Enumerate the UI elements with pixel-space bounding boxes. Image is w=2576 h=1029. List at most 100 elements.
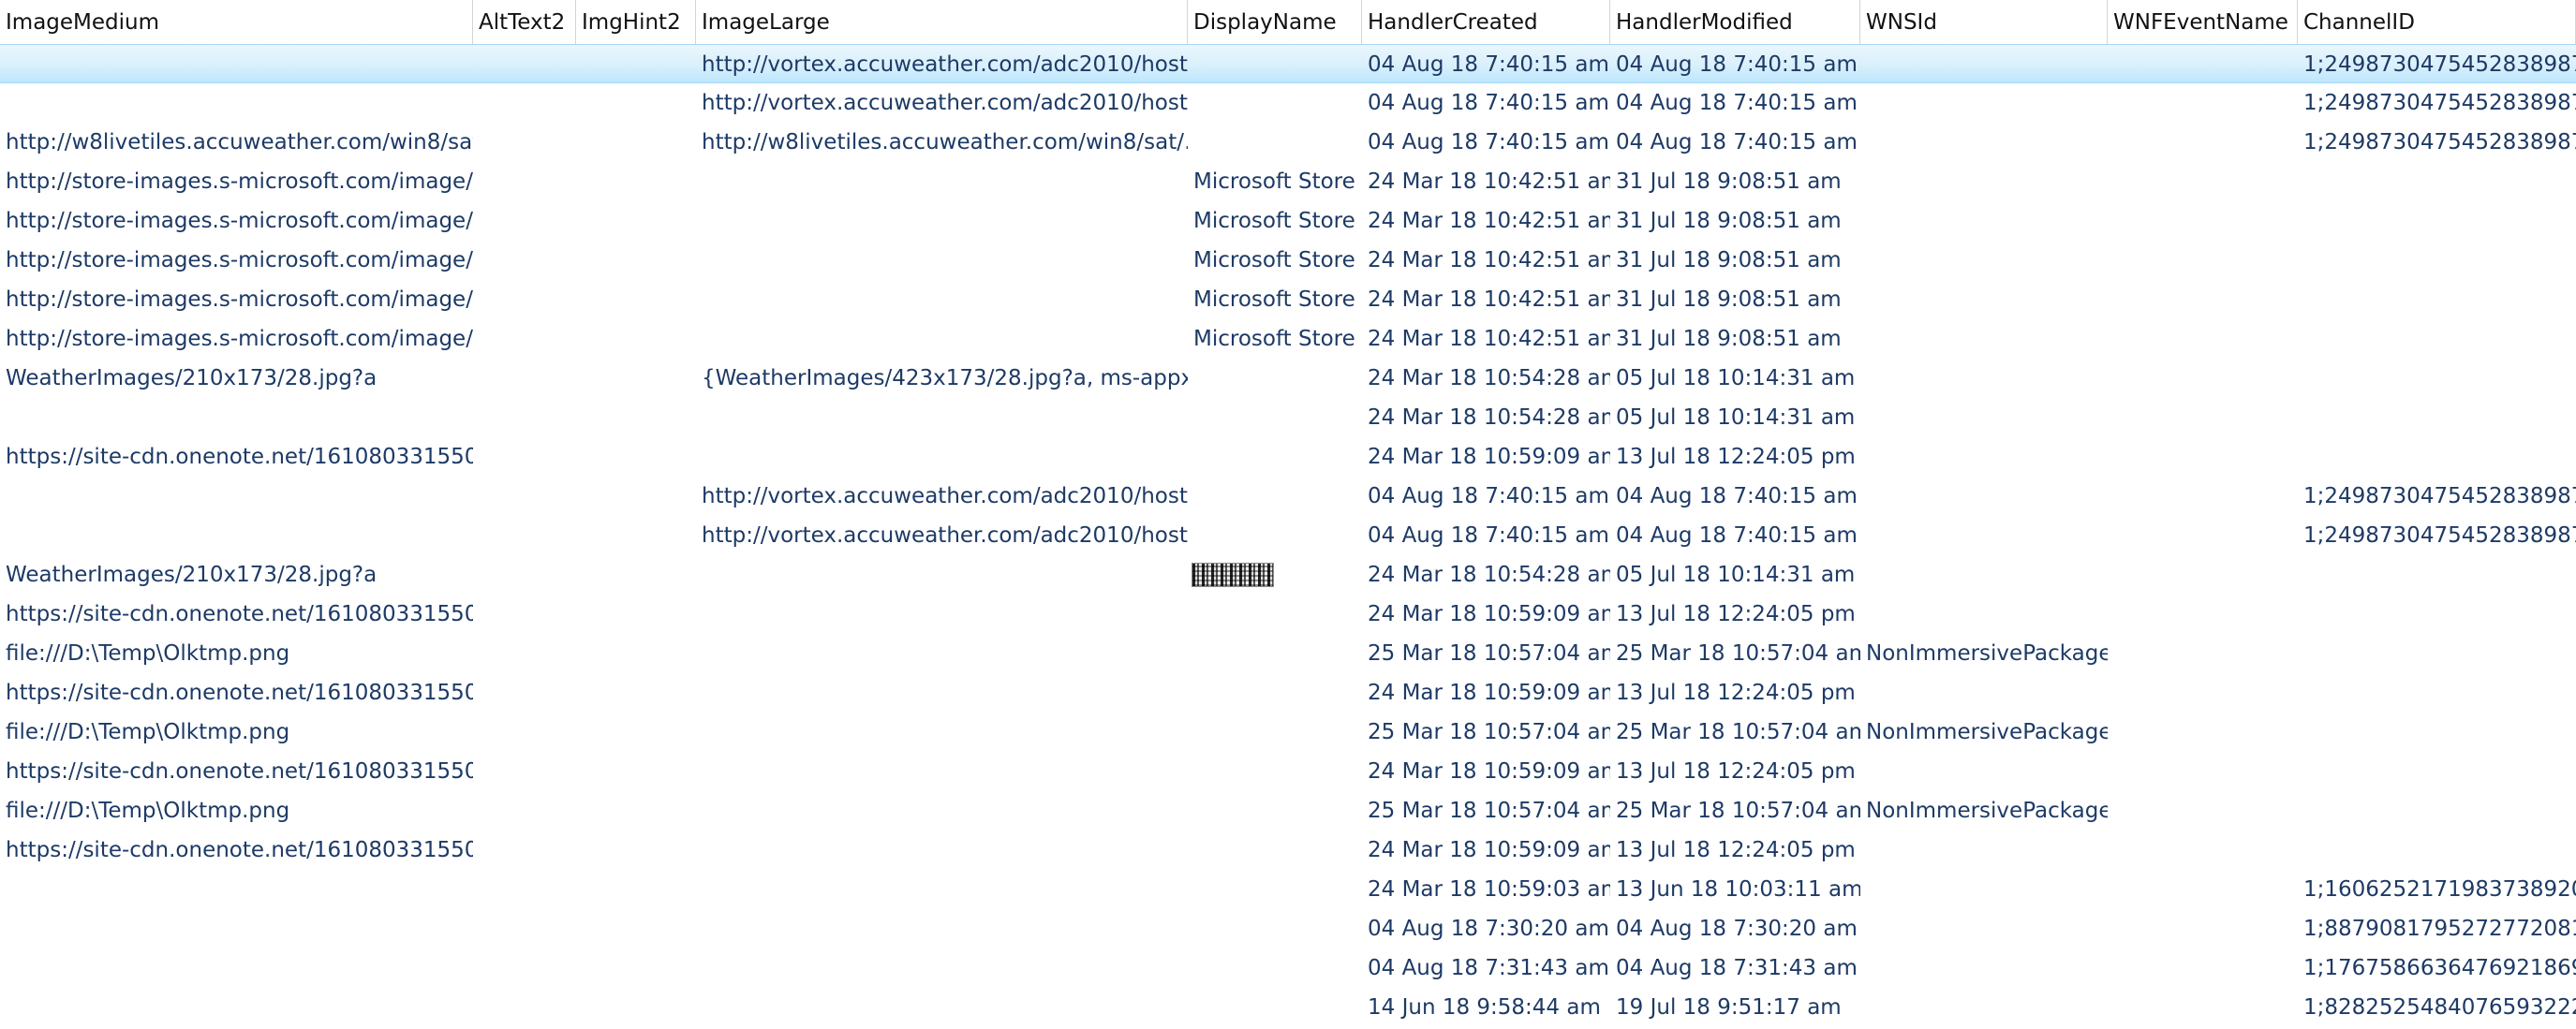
table-row[interactable]: http://vortex.accuweather.com/adc2010/ho… — [0, 83, 2576, 123]
cell-alt-text2 — [473, 437, 576, 477]
cell-handler-modified: 13 Jul 18 12:24:05 pm — [1616, 681, 1856, 705]
cell-alt-text2 — [473, 241, 576, 280]
column-header-image-medium[interactable]: ImageMedium — [0, 0, 473, 44]
table-row[interactable]: 24 Mar 18 10:54:28 am 05 Jul 18 10:14:31 … — [0, 398, 2576, 437]
cell-image-large — [696, 280, 1188, 319]
table-row[interactable]: http://vortex.accuweather.com/adc2010/ho… — [0, 516, 2576, 555]
cell-image-large: http://vortex.accuweather.com/adc2010/ho… — [702, 484, 1188, 508]
cell-wns-id — [1860, 595, 2108, 634]
table-row[interactable]: http://store-images.s-microsoft.com/imag… — [0, 241, 2576, 280]
cell-wnf-event-name — [2108, 673, 2298, 713]
cell-wnf-event-name — [2108, 45, 2298, 84]
cell-wnf-event-name — [2108, 123, 2298, 162]
table-row[interactable]: http://store-images.s-microsoft.com/imag… — [0, 280, 2576, 319]
cell-wnf-event-name — [2108, 752, 2298, 791]
cell-wnf-event-name — [2108, 241, 2298, 280]
table-row[interactable]: http://store-images.s-microsoft.com/imag… — [0, 162, 2576, 201]
cell-img-hint2 — [576, 516, 696, 555]
cell-wnf-event-name — [2108, 83, 2298, 123]
cell-wnf-event-name — [2108, 595, 2298, 634]
cell-wns-id — [1860, 437, 2108, 477]
cell-image-medium: https://site-cdn.onenote.net/16108033155… — [6, 681, 473, 705]
cell-img-hint2 — [576, 791, 696, 831]
column-header-wnf-event-name[interactable]: WNFEventName — [2108, 0, 2298, 44]
column-header-channel-id[interactable]: ChannelID — [2298, 0, 2576, 44]
column-header-image-large[interactable]: ImageLarge — [696, 0, 1188, 44]
cell-wns-id — [1860, 673, 2108, 713]
cell-channel-id: 1;17675866364769218694 — [2303, 956, 2576, 980]
cell-image-large — [696, 555, 1188, 595]
cell-image-large — [696, 437, 1188, 477]
table-row[interactable]: http://store-images.s-microsoft.com/imag… — [0, 319, 2576, 359]
cell-display-name — [1188, 359, 1362, 398]
column-header-img-hint2[interactable]: ImgHint2 — [576, 0, 696, 44]
column-header-wns-id[interactable]: WNSId — [1860, 0, 2108, 44]
column-header-handler-created[interactable]: HandlerCreated — [1362, 0, 1610, 44]
cell-channel-id — [2298, 555, 2576, 595]
cell-wns-id — [1860, 948, 2108, 988]
cell-channel-id — [2298, 201, 2576, 241]
cell-img-hint2 — [576, 398, 696, 437]
column-header-alt-text2[interactable]: AltText2 — [473, 0, 576, 44]
table-row[interactable]: http://store-images.s-microsoft.com/imag… — [0, 201, 2576, 241]
cell-handler-created: 25 Mar 18 10:57:04 am — [1368, 799, 1610, 823]
table-row[interactable]: WeatherImages/210x173/28.jpg?a 24 Mar 18 … — [0, 555, 2576, 595]
cell-image-large — [696, 595, 1188, 634]
cell-handler-modified: 31 Jul 18 9:08:51 am — [1616, 209, 1842, 233]
cell-image-medium: http://store-images.s-microsoft.com/imag… — [6, 327, 473, 351]
cell-channel-id: 1;2498730475452838987 — [2303, 523, 2576, 548]
cell-wns-id — [1860, 870, 2108, 909]
data-grid[interactable]: ImageMedium AltText2 ImgHint2 ImageLarge Dis… — [0, 0, 2576, 1029]
cell-display-name — [1188, 752, 1362, 791]
table-row[interactable]: 04 Aug 18 7:30:20 am 04 Aug 18 7:30:20 am… — [0, 909, 2576, 948]
cell-channel-id: 1;2498730475452838987 — [2303, 52, 2576, 77]
cell-wnf-event-name — [2108, 948, 2298, 988]
cell-display-name — [1188, 398, 1362, 437]
cell-image-large: http://vortex.accuweather.com/adc2010/ho… — [702, 91, 1188, 115]
cell-image-large — [696, 948, 1188, 988]
cell-img-hint2 — [576, 713, 696, 752]
table-row[interactable]: https://site-cdn.onenote.net/16108033155… — [0, 595, 2576, 634]
cell-wnf-event-name — [2108, 634, 2298, 673]
table-row[interactable]: WeatherImages/210x173/28.jpg?a {WeatherIm… — [0, 359, 2576, 398]
table-row[interactable]: https://site-cdn.onenote.net/16108033155… — [0, 752, 2576, 791]
cell-image-medium — [0, 398, 473, 437]
table-row[interactable]: https://site-cdn.onenote.net/16108033155… — [0, 437, 2576, 477]
table-row[interactable]: 04 Aug 18 7:31:43 am 04 Aug 18 7:31:43 am… — [0, 948, 2576, 988]
table-row[interactable]: file:///D:\Temp\Olktmp.png 25 Mar 18 10:5… — [0, 634, 2576, 673]
table-row[interactable]: 24 Mar 18 10:59:03 am 13 Jun 18 10:03:11 … — [0, 870, 2576, 909]
column-header-display-name[interactable]: DisplayName — [1188, 0, 1362, 44]
cell-channel-id — [2298, 791, 2576, 831]
cell-image-medium: file:///D:\Temp\Olktmp.png — [6, 720, 290, 744]
cell-image-large — [696, 713, 1188, 752]
table-row-selected[interactable]: http://vortex.accuweather.com/adc2010/ho… — [0, 44, 2576, 83]
cell-wns-id — [1860, 752, 2108, 791]
cell-image-large — [696, 988, 1188, 1027]
column-header-handler-modified[interactable]: HandlerModified — [1610, 0, 1860, 44]
cell-wnf-event-name — [2108, 713, 2298, 752]
cell-image-medium: https://site-cdn.onenote.net/16108033155… — [6, 838, 473, 862]
table-row[interactable]: 14 Jun 18 9:58:44 am 19 Jul 18 9:51:17 am… — [0, 988, 2576, 1027]
cell-img-hint2 — [576, 45, 696, 84]
cell-handler-created: 24 Mar 18 10:42:51 am — [1368, 169, 1610, 194]
cell-display-name — [1188, 870, 1362, 909]
cell-handler-modified: 13 Jul 18 12:24:05 pm — [1616, 759, 1856, 784]
table-row[interactable]: http://vortex.accuweather.com/adc2010/ho… — [0, 477, 2576, 516]
cell-wns-id — [1860, 319, 2108, 359]
cell-display-name — [1188, 909, 1362, 948]
table-row[interactable]: file:///D:\Temp\Olktmp.png 25 Mar 18 10:5… — [0, 791, 2576, 831]
cell-display-name — [1188, 831, 1362, 870]
cell-display-name — [1188, 713, 1362, 752]
table-row[interactable]: file:///D:\Temp\Olktmp.png 25 Mar 18 10:5… — [0, 713, 2576, 752]
cell-wns-id — [1860, 909, 2108, 948]
cell-channel-id — [2298, 713, 2576, 752]
cell-alt-text2 — [473, 791, 576, 831]
cell-handler-created: 24 Mar 18 10:59:09 am — [1368, 838, 1610, 862]
table-row[interactable]: https://site-cdn.onenote.net/16108033155… — [0, 831, 2576, 870]
cell-img-hint2 — [576, 437, 696, 477]
cell-wnf-event-name — [2108, 909, 2298, 948]
cell-alt-text2 — [473, 201, 576, 241]
table-row[interactable]: http://w8livetiles.accuweather.com/win8/… — [0, 123, 2576, 162]
table-row[interactable]: https://site-cdn.onenote.net/16108033155… — [0, 673, 2576, 713]
cell-display-name — [1188, 516, 1362, 555]
